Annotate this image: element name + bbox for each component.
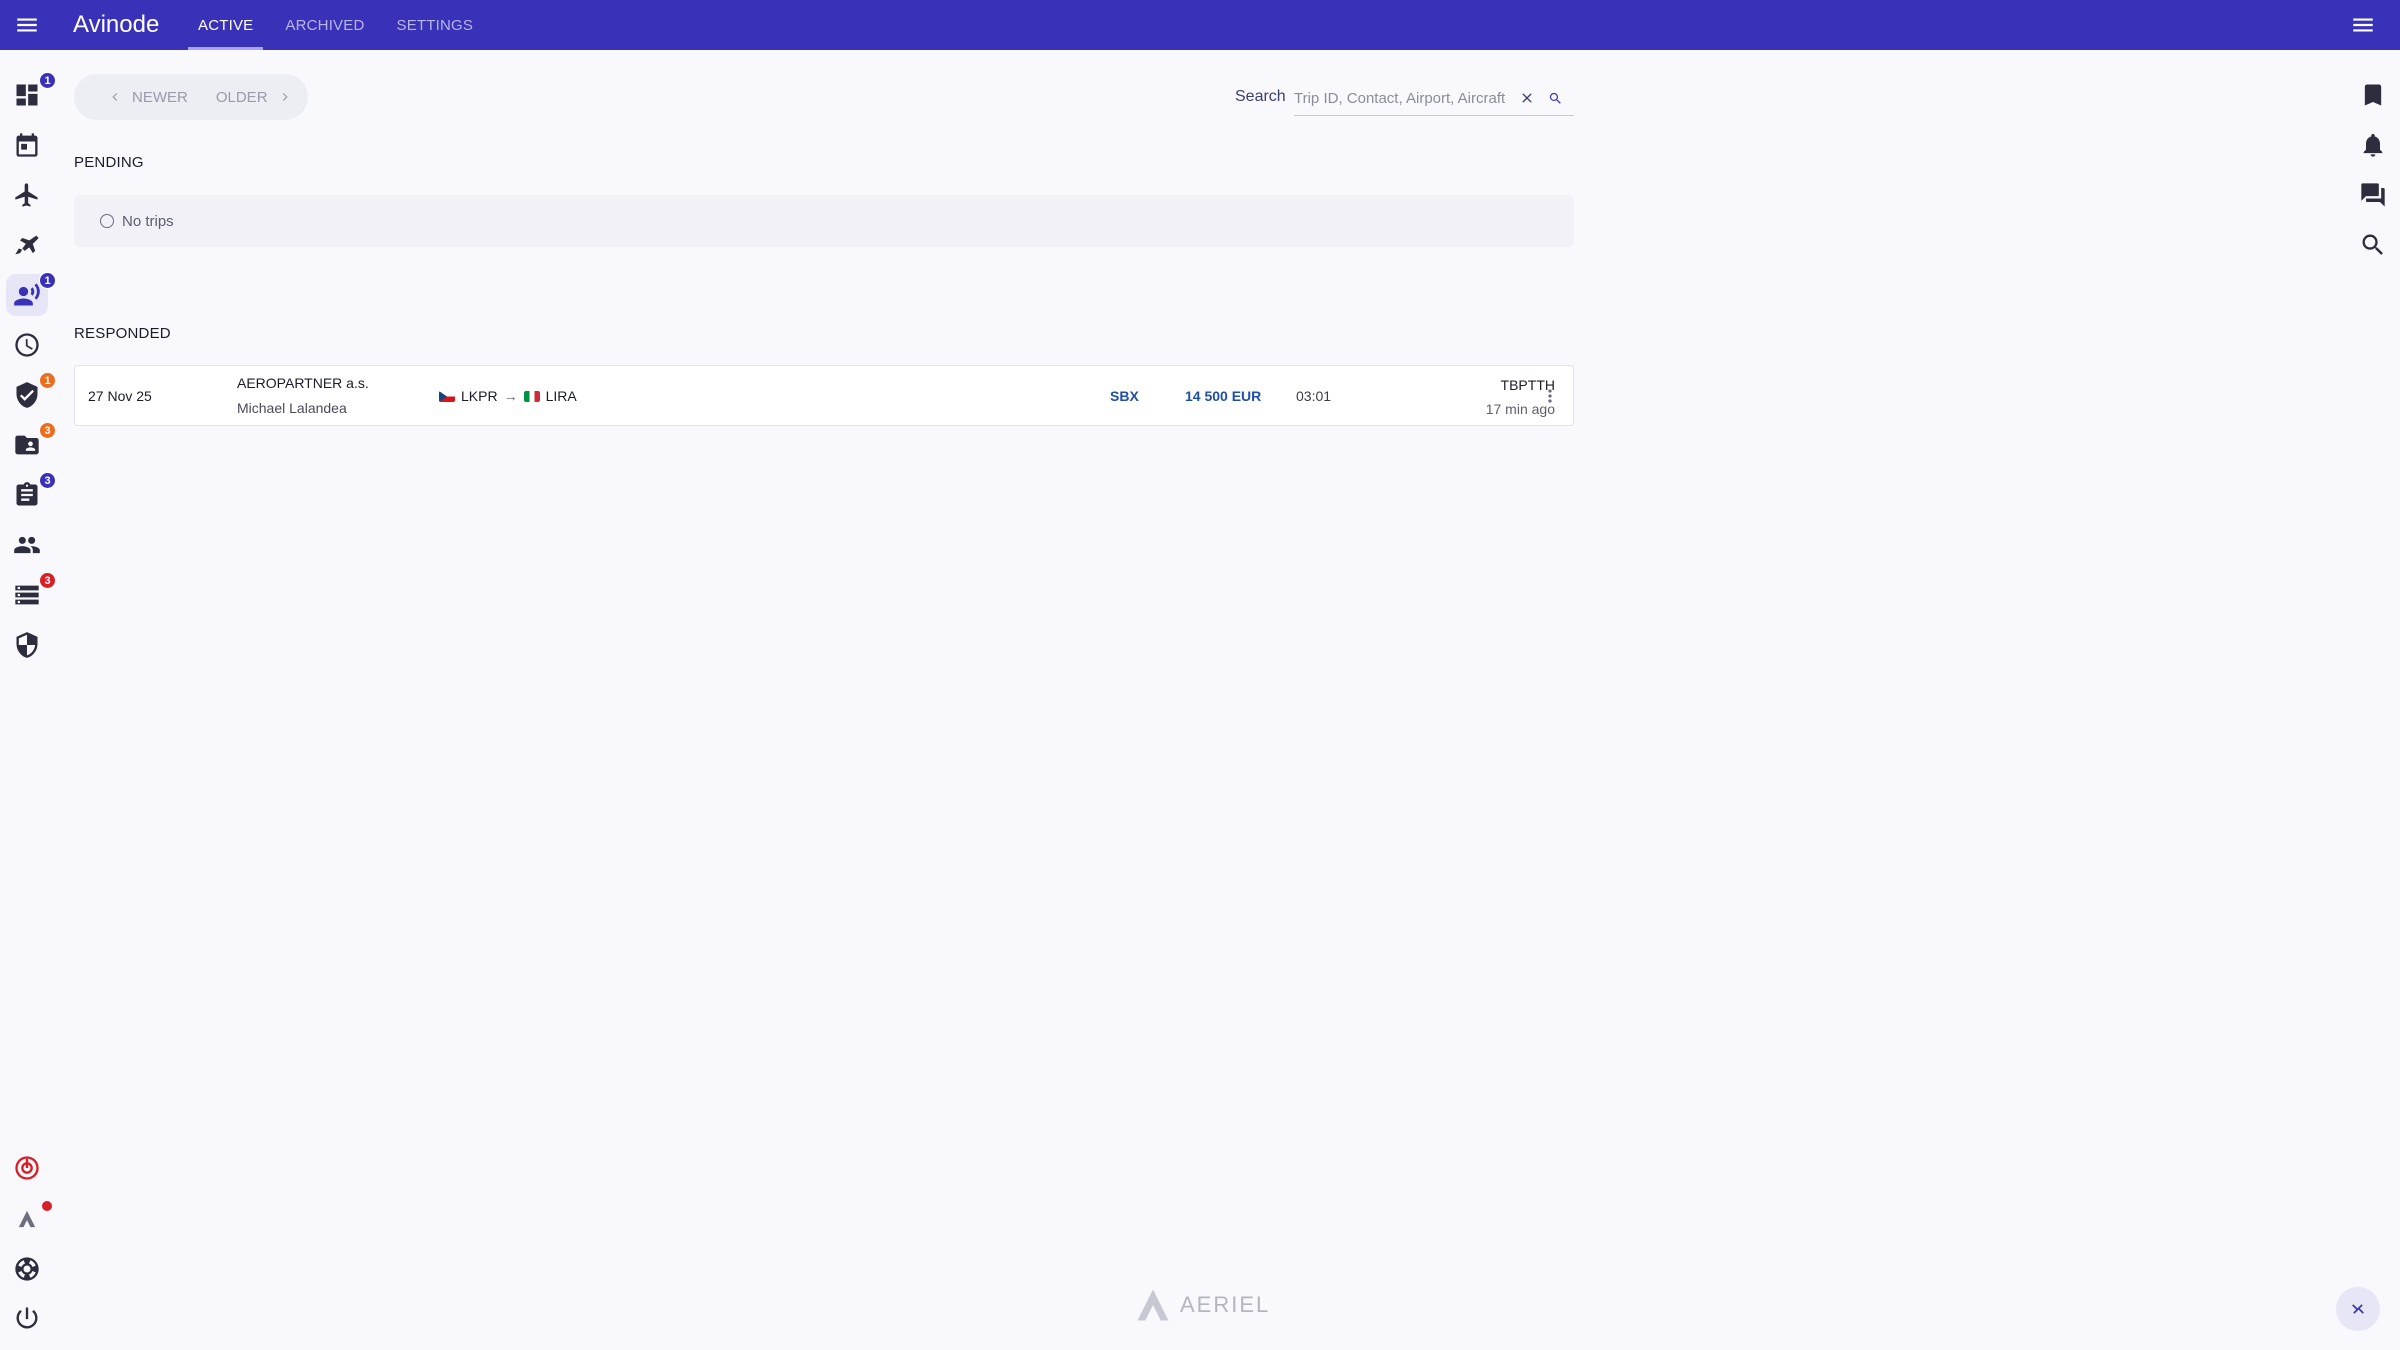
trip-contact: Michael Lalandea bbox=[237, 400, 347, 416]
trip-price[interactable]: 14 500 EUR bbox=[1185, 388, 1261, 404]
top-app-bar: Avinode ACTIVE ARCHIVED SETTINGS bbox=[0, 0, 2400, 50]
tab-active[interactable]: ACTIVE bbox=[188, 0, 264, 50]
nav-support[interactable] bbox=[6, 1248, 48, 1290]
row-more-button[interactable] bbox=[1538, 383, 1562, 409]
chevron-left-icon bbox=[112, 93, 118, 101]
search-input[interactable] bbox=[1294, 90, 1514, 107]
messages-button[interactable] bbox=[2356, 178, 2390, 212]
trip-date: 27 Nov 25 bbox=[88, 388, 152, 404]
global-search-button[interactable] bbox=[2356, 228, 2390, 262]
notifications-button[interactable] bbox=[2356, 128, 2390, 162]
pending-section-title: PENDING bbox=[74, 154, 144, 171]
nav-requests[interactable]: 1 bbox=[6, 272, 56, 316]
nav-routes[interactable] bbox=[6, 224, 48, 266]
power-icon bbox=[16, 1307, 38, 1329]
czech-flag-icon bbox=[439, 390, 455, 402]
nav-dashboard[interactable]: 1 bbox=[6, 72, 56, 116]
nav-verified[interactable]: 1 bbox=[6, 372, 56, 416]
chat-icon bbox=[2361, 183, 2385, 207]
route-from: LKPR bbox=[461, 388, 498, 404]
people-icon bbox=[14, 536, 40, 554]
no-trips-text: No trips bbox=[122, 212, 174, 230]
calendar-icon bbox=[16, 133, 38, 157]
nav-tasks[interactable]: 3 bbox=[6, 472, 56, 516]
verified-badge: 1 bbox=[39, 372, 56, 389]
nav-contacts-folder[interactable]: 3 bbox=[6, 422, 56, 466]
hamburger-icon bbox=[2353, 18, 2373, 32]
trip-company: AEROPARTNER a.s. bbox=[237, 375, 369, 391]
airplane-icon bbox=[15, 183, 38, 207]
lifebuoy-icon bbox=[15, 1257, 39, 1281]
trip-duration: 03:01 bbox=[1296, 388, 1332, 404]
dashboard-icon bbox=[16, 84, 38, 106]
more-vertical-icon bbox=[1548, 389, 1552, 403]
search-submit-button[interactable] bbox=[1544, 87, 1566, 109]
left-navigation: 1 1 1 3 3 3 bbox=[0, 50, 56, 1350]
search-field bbox=[1294, 82, 1574, 116]
storage-list-icon bbox=[15, 585, 39, 605]
hamburger-icon bbox=[17, 18, 37, 32]
older-label: OLDER bbox=[215, 88, 268, 106]
dashboard-badge: 1 bbox=[39, 72, 56, 89]
bookmarks-button[interactable] bbox=[2356, 78, 2390, 112]
nav-people[interactable] bbox=[6, 524, 48, 566]
nav-security[interactable] bbox=[6, 624, 48, 666]
folder-badge: 3 bbox=[39, 422, 56, 439]
route-arrow: → bbox=[503, 388, 518, 404]
tab-settings[interactable]: SETTINGS bbox=[387, 0, 484, 50]
route-to: LIRA bbox=[545, 388, 577, 404]
newer-button[interactable]: NEWER bbox=[108, 89, 188, 106]
right-menu-button[interactable] bbox=[2338, 0, 2388, 50]
collapse-fab-button[interactable] bbox=[2336, 1287, 2380, 1331]
footer-logo-text: AERIEL bbox=[1180, 1292, 1271, 1317]
trip-aircraft[interactable]: SBX bbox=[1110, 388, 1139, 404]
nav-list[interactable]: 3 bbox=[6, 572, 56, 616]
search-icon bbox=[2362, 234, 2383, 255]
search-icon bbox=[1549, 92, 1561, 104]
search-label: Search bbox=[1235, 88, 1286, 105]
table-row[interactable]: 27 Nov 25 AEROPARTNER a.s. Michael Lalan… bbox=[74, 365, 1574, 426]
search-clear-button[interactable] bbox=[1516, 87, 1538, 109]
verified-shield-icon bbox=[16, 382, 38, 408]
bell-icon bbox=[2363, 133, 2383, 157]
folder-shared-icon bbox=[15, 435, 39, 455]
nav-target[interactable] bbox=[6, 1147, 48, 1189]
requests-badge: 1 bbox=[39, 272, 56, 289]
newer-label: NEWER bbox=[132, 88, 188, 106]
clock-icon bbox=[15, 333, 39, 357]
italy-flag-icon bbox=[523, 390, 540, 402]
route-plane-icon bbox=[15, 235, 39, 255]
tab-archived[interactable]: ARCHIVED bbox=[275, 0, 374, 50]
chevron-right-icon bbox=[282, 93, 288, 101]
target-power-icon bbox=[15, 1156, 39, 1180]
empty-circle-icon bbox=[100, 214, 114, 228]
footer-logo: AERIEL bbox=[1134, 1288, 1270, 1322]
shield-icon bbox=[16, 632, 38, 658]
clipboard-badge: 3 bbox=[39, 472, 56, 489]
nav-aeriel[interactable] bbox=[6, 1198, 52, 1240]
nav-history[interactable] bbox=[6, 324, 48, 366]
clipboard-icon bbox=[16, 482, 38, 506]
aeriel-notification-dot bbox=[42, 1201, 52, 1211]
main-menu-button[interactable] bbox=[0, 0, 54, 50]
bookmark-icon bbox=[2364, 84, 2382, 106]
nav-logout[interactable] bbox=[6, 1297, 48, 1339]
list-badge: 3 bbox=[39, 572, 56, 589]
trip-route: LKPR → LIRA bbox=[439, 388, 577, 404]
close-icon bbox=[1522, 93, 1532, 103]
older-button[interactable]: OLDER bbox=[216, 89, 292, 106]
nav-calendar[interactable] bbox=[6, 124, 48, 166]
person-voice-icon bbox=[14, 283, 40, 306]
pending-empty-state: No trips bbox=[74, 195, 1574, 247]
aeriel-logo-icon bbox=[1137, 1289, 1169, 1321]
aeriel-logo-icon bbox=[18, 1210, 36, 1228]
top-tabs: ACTIVE ARCHIVED SETTINGS bbox=[188, 0, 495, 50]
brand-logo[interactable]: Avinode bbox=[73, 11, 188, 39]
responded-section-title: RESPONDED bbox=[74, 325, 171, 342]
pagination: NEWER OLDER bbox=[74, 74, 308, 120]
nav-flights[interactable] bbox=[6, 174, 48, 216]
collapse-arrows-icon bbox=[2352, 1304, 2364, 1314]
